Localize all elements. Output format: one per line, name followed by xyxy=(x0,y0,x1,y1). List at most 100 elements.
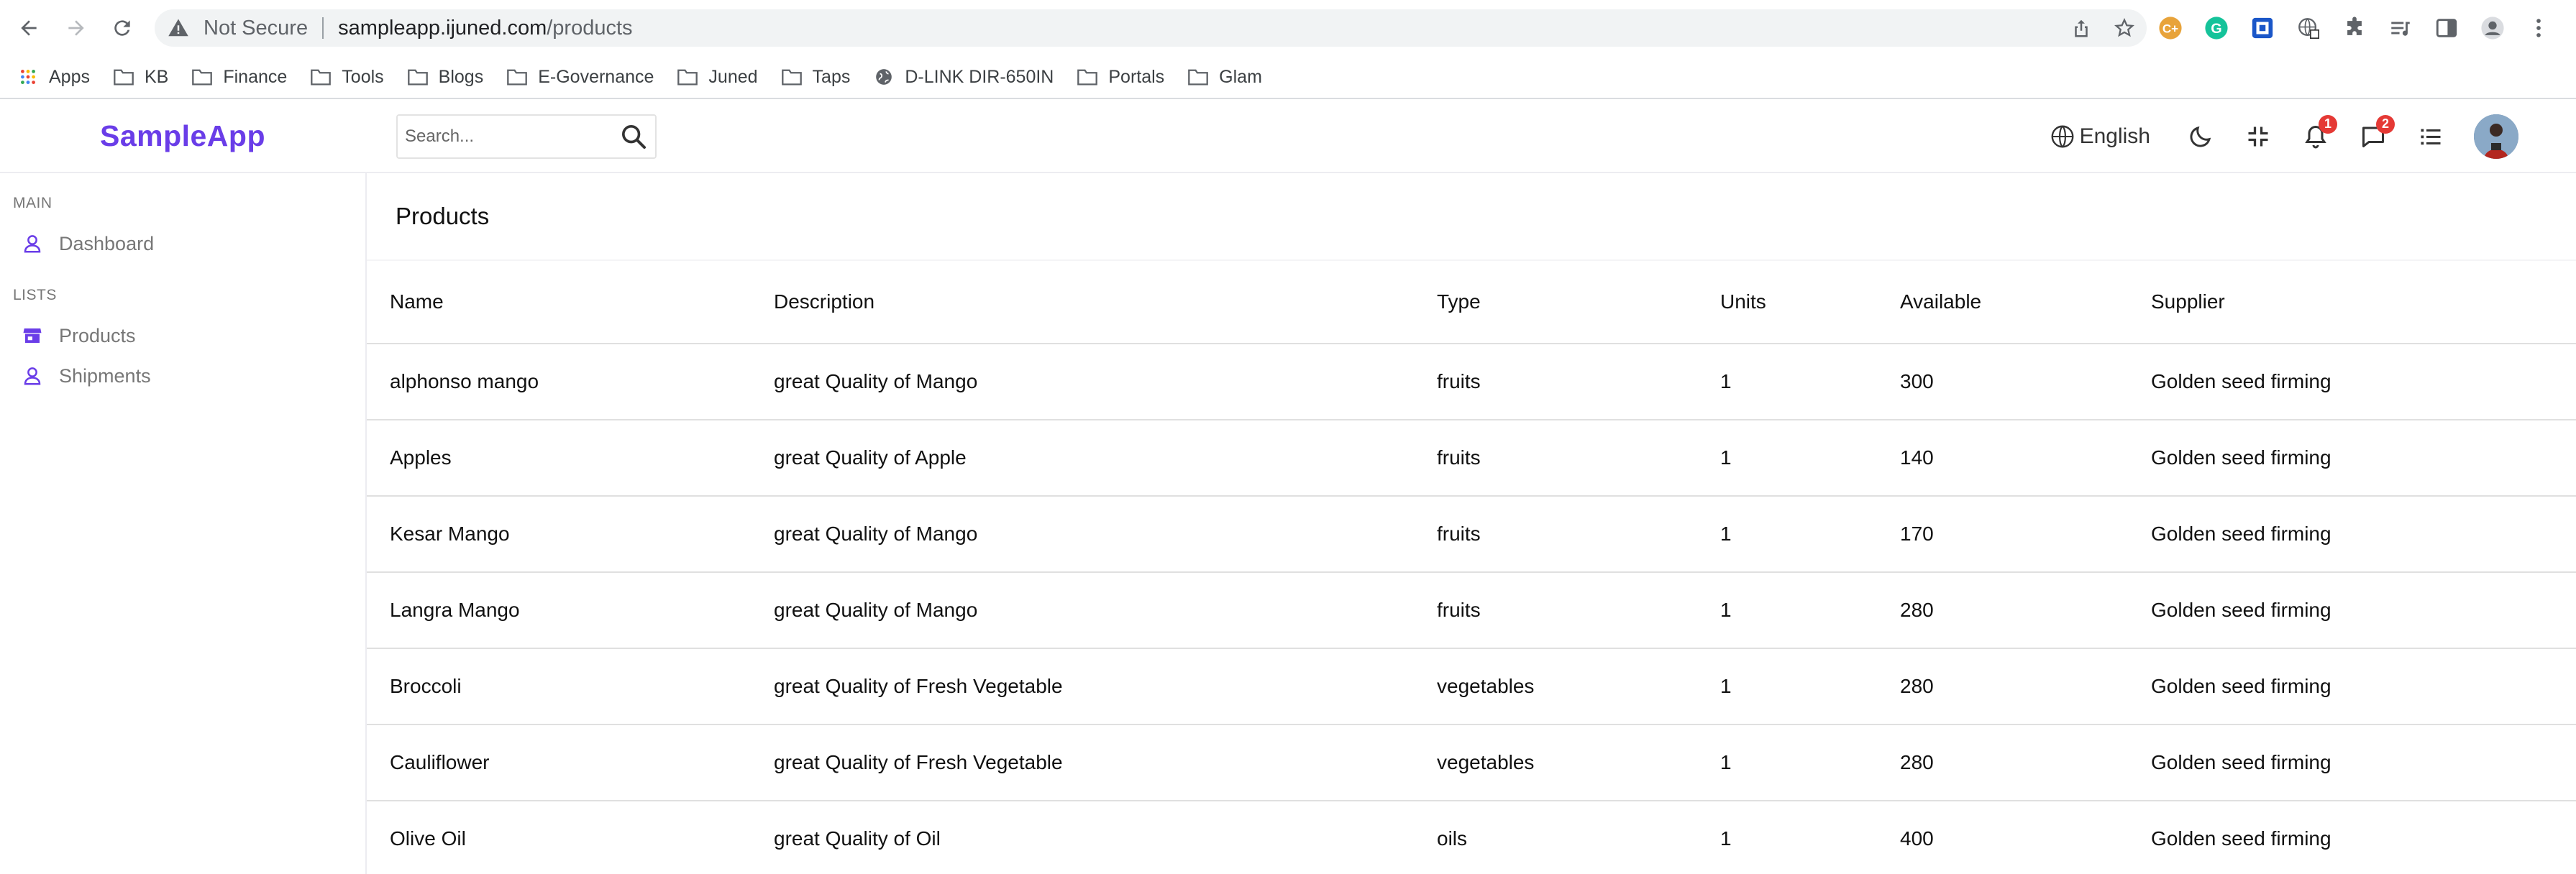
bookmark-portals[interactable]: Portals xyxy=(1077,67,1164,88)
sidebar-item-shipments[interactable]: Shipments xyxy=(0,356,365,396)
cell-name: Kesar Mango xyxy=(390,523,510,545)
bookmark-label: E-Governance xyxy=(538,66,654,87)
list-menu-button[interactable] xyxy=(2416,122,2445,151)
notifications-button[interactable]: 1 xyxy=(2301,114,2337,151)
cell-name: Cauliflower xyxy=(390,751,490,773)
cell-name: Apples xyxy=(390,446,452,469)
cell-description: great Quality of Fresh Vegetable xyxy=(774,675,1063,697)
search-input[interactable] xyxy=(405,126,606,147)
cell-units: 1 xyxy=(1720,675,1732,697)
url-text[interactable]: sampleapp.ijuned.com/products xyxy=(338,17,632,40)
bookmarks-bar: Apps KB Finance Tools Blogs E-Governance… xyxy=(0,56,2576,99)
brand-area: SampleApp xyxy=(0,101,365,172)
bookmark-star-icon[interactable] xyxy=(2114,17,2135,39)
sidebar-item-products[interactable]: Products xyxy=(0,316,365,356)
browser-toolbar: Not Secure sampleapp.ijuned.com/products… xyxy=(0,0,2576,56)
bookmark-label: Taps xyxy=(812,66,851,87)
language-selector[interactable]: English xyxy=(2050,124,2150,150)
bookmark-apps[interactable]: Apps xyxy=(17,67,90,88)
sidebar-item-dashboard[interactable]: Dashboard xyxy=(0,224,365,264)
cell-supplier: Golden seed firming xyxy=(2151,599,2331,621)
bookmark-e-governance[interactable]: E-Governance xyxy=(506,67,654,88)
folder-icon xyxy=(1188,69,1209,86)
search-icon[interactable] xyxy=(619,122,648,151)
bookmark-tools[interactable]: Tools xyxy=(310,66,384,88)
header-actions: English 1 2 xyxy=(2050,101,2518,172)
column-header-type[interactable]: Type xyxy=(1414,261,1697,344)
table-row[interactable]: Kesar Mango great Quality of Mango fruit… xyxy=(367,496,2576,572)
extensions-puzzle-icon[interactable] xyxy=(2342,15,2367,41)
brand-logo[interactable]: SampleApp xyxy=(100,119,265,153)
cell-name: alphonso mango xyxy=(390,370,539,392)
column-header-name[interactable]: Name xyxy=(367,261,751,344)
bookmark-juned[interactable]: Juned xyxy=(677,67,758,88)
table-row[interactable]: Broccoli great Quality of Fresh Vegetabl… xyxy=(367,648,2576,724)
profile-icon[interactable] xyxy=(2480,15,2506,41)
reload-icon xyxy=(114,20,130,36)
table-row[interactable]: alphonso mango great Quality of Mango fr… xyxy=(367,344,2576,420)
table-row[interactable]: Langra Mango great Quality of Mango frui… xyxy=(367,572,2576,648)
bookmark-finance[interactable]: Finance xyxy=(191,67,287,88)
bookmark-kb[interactable]: KB xyxy=(113,67,168,88)
svg-text:C+: C+ xyxy=(2162,22,2178,35)
collapse-fullscreen-icon xyxy=(2248,126,2268,146)
list-icon xyxy=(2421,129,2441,144)
translate-extension-icon[interactable] xyxy=(2250,15,2275,41)
folder-icon xyxy=(1077,69,1098,86)
fullscreen-toggle[interactable] xyxy=(2244,122,2273,151)
globe-extension-icon[interactable] xyxy=(2296,15,2321,41)
column-header-supplier[interactable]: Supplier xyxy=(2128,261,2576,344)
column-header-available[interactable]: Available xyxy=(1877,261,2128,344)
bookmark-label: Apps xyxy=(49,66,90,87)
cell-available: 280 xyxy=(1900,599,1934,621)
page-title: Products xyxy=(396,203,490,229)
address-bar[interactable]: Not Secure sampleapp.ijuned.com/products xyxy=(155,9,2147,47)
cell-available: 280 xyxy=(1900,751,1934,773)
extension-c-icon[interactable]: C+ xyxy=(2157,15,2183,41)
cell-supplier: Golden seed firming xyxy=(2151,751,2331,773)
table-row[interactable]: Apples great Quality of Apple fruits 1 1… xyxy=(367,420,2576,496)
bookmark-taps[interactable]: Taps xyxy=(781,66,851,88)
forward-button[interactable] xyxy=(59,11,93,45)
cell-type: fruits xyxy=(1437,446,1481,469)
bookmark-d-link[interactable]: D-LINK DIR-650IN xyxy=(873,67,1054,88)
table-row[interactable]: Cauliflower great Quality of Fresh Veget… xyxy=(367,724,2576,801)
grammarly-icon[interactable]: G xyxy=(2203,15,2229,41)
table-row[interactable]: Olive Oil great Quality of Oil oils 1 40… xyxy=(367,801,2576,874)
messages-button[interactable]: 2 xyxy=(2359,114,2395,151)
sidebar-item-label: Products xyxy=(59,324,136,346)
folder-icon xyxy=(407,69,428,86)
user-icon xyxy=(24,367,41,385)
media-queue-icon[interactable] xyxy=(2388,15,2413,41)
menu-kebab-icon[interactable] xyxy=(2526,15,2552,41)
column-header-units[interactable]: Units xyxy=(1697,261,1877,344)
avatar-image xyxy=(2474,114,2518,159)
reload-button[interactable] xyxy=(105,11,140,45)
url-host: sampleapp.ijuned.com xyxy=(338,16,547,40)
bookmark-label: Glam xyxy=(1219,66,1262,87)
bookmark-label: Portals xyxy=(1108,66,1165,87)
url-path: /products xyxy=(547,16,633,40)
side-panel-icon[interactable] xyxy=(2434,15,2459,41)
folder-icon xyxy=(781,69,802,86)
share-icon[interactable] xyxy=(2070,17,2092,39)
language-globe-icon xyxy=(2051,125,2074,147)
bookmark-label: Finance xyxy=(223,66,288,87)
dark-mode-toggle[interactable] xyxy=(2186,122,2215,151)
cell-supplier: Golden seed firming xyxy=(2151,523,2331,545)
bookmark-blogs[interactable]: Blogs xyxy=(407,67,483,88)
folder-icon xyxy=(311,69,332,86)
address-separator xyxy=(322,17,324,39)
bookmark-glam[interactable]: Glam xyxy=(1187,67,1262,88)
language-label: English xyxy=(2079,124,2150,148)
column-header-description[interactable]: Description xyxy=(751,261,1414,344)
warning-icon xyxy=(168,19,188,37)
cell-type: fruits xyxy=(1437,523,1481,545)
bookmark-label: Tools xyxy=(342,66,384,87)
sidebar-item-label: Shipments xyxy=(59,364,151,387)
cell-available: 170 xyxy=(1900,523,1934,545)
extensions-area: C+ G xyxy=(2157,9,2552,47)
back-button[interactable] xyxy=(12,11,46,45)
store-icon xyxy=(23,328,42,343)
user-avatar[interactable] xyxy=(2474,114,2518,159)
